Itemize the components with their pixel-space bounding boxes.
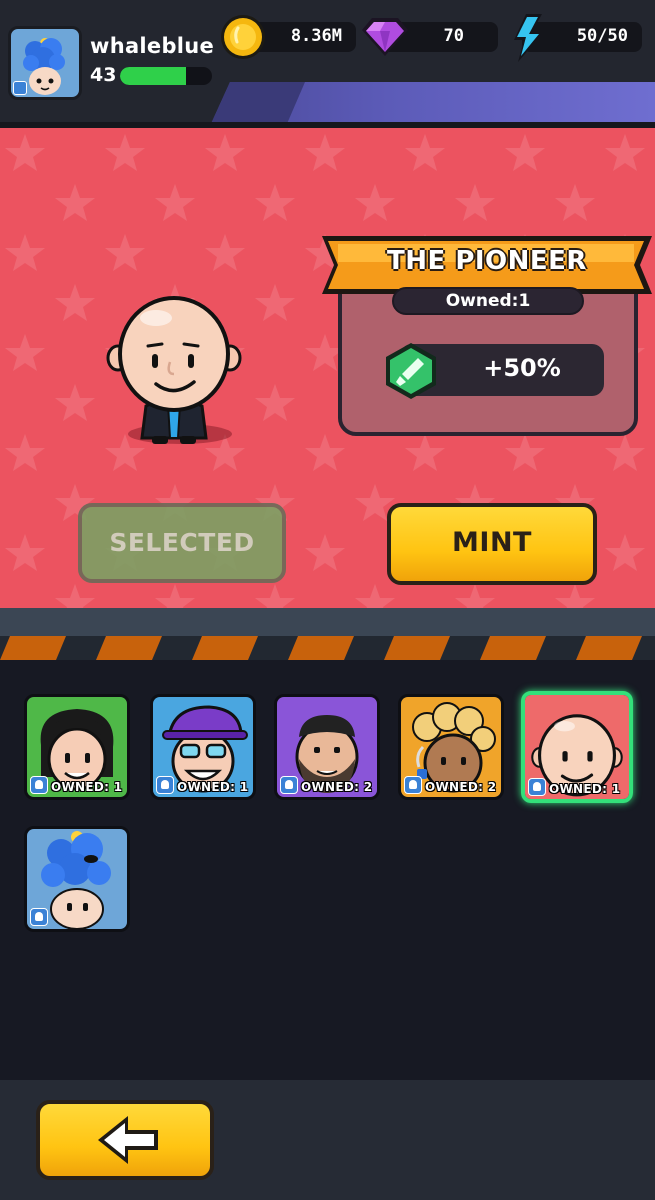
gem-icon [362,18,408,56]
character-card-2[interactable]: OWNED: 1 [150,694,256,800]
card-owned-count: OWNED: 1 [177,780,249,794]
selected-button[interactable]: SELECTED [78,503,286,583]
card-owned-count: OWNED: 1 [51,780,123,794]
card-badge-icon [528,778,546,796]
hazard-stripes [0,636,655,660]
top-bar: whaleblue 43 8.36M 70 50/50 [0,0,655,128]
energy-value: 50/50 [576,26,628,46]
coins-value: 8.36M [290,26,342,46]
card-owned-count: OWNED: 1 [549,782,621,796]
character-card-5-selected[interactable]: OWNED: 1 [521,691,633,803]
hazard-stripe-divider [0,636,655,660]
avatar-badge-icon [13,81,27,95]
character-name: THE PIONEER [387,246,587,276]
card-owned-count: OWNED: 2 [425,780,497,794]
card-badge-icon [30,908,48,926]
sword-attack-bonus-icon [386,343,436,399]
card-badge-icon [156,776,174,794]
lightning-energy-icon [514,14,544,62]
mint-button-label: MINT [452,527,532,558]
character-card-1[interactable]: OWNED: 1 [24,694,130,800]
section-divider [0,608,655,636]
character-card-6[interactable] [24,826,130,932]
back-button[interactable] [36,1100,214,1180]
bald-pioneer-character-icon [106,296,242,444]
card-badge-icon [30,776,48,794]
mint-button[interactable]: MINT [387,503,597,585]
character-card-3[interactable]: OWNED: 2 [274,694,380,800]
bonus-value: +50% [483,354,561,382]
card-badge-icon [404,776,422,794]
character-owned-count: Owned:1 [392,287,584,315]
back-arrow-icon [98,1116,158,1164]
gems-value: 70 [443,26,464,46]
selected-button-label: SELECTED [109,528,255,557]
character-card-4[interactable]: OWNED: 2 [398,694,504,800]
xp-progress-bar [120,67,212,85]
card-owned-count: OWNED: 2 [301,780,373,794]
player-avatar[interactable] [8,26,82,100]
coin-icon [221,15,265,59]
player-username: whaleblue [90,34,215,58]
card-badge-icon [280,776,298,794]
xp-progress-fill [120,67,187,85]
player-level: 43 [90,64,117,86]
